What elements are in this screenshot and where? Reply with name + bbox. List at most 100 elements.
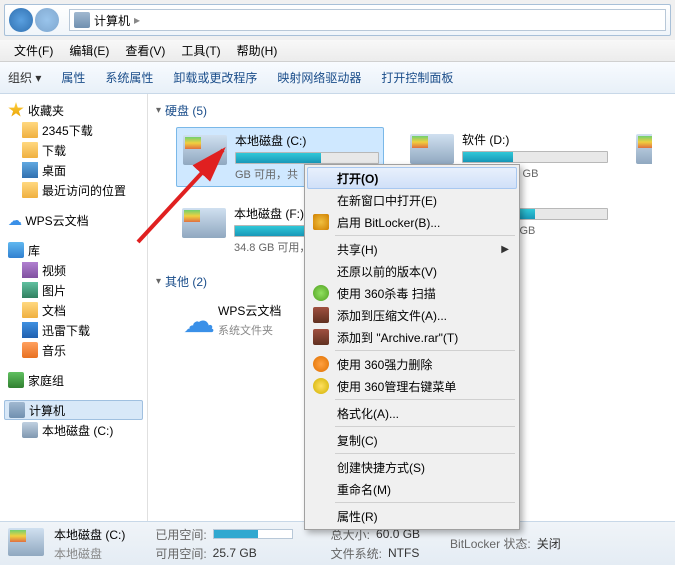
ctx-label: 共享(H) (337, 241, 378, 258)
ctx-separator (335, 453, 515, 454)
tool-uninstall[interactable]: 卸载或更改程序 (173, 69, 257, 86)
context-menu: 打开(O) 在新窗口中打开(E) 启用 BitLocker(B)... 共享(H… (304, 164, 520, 530)
recent-icon (22, 182, 38, 198)
status-usage-bar (213, 529, 293, 539)
ctx-label: 添加到压缩文件(A)... (337, 307, 447, 324)
sidebar-item-documents[interactable]: 文档 (4, 300, 143, 320)
ctx-360-manage-menu[interactable]: 使用 360管理右键菜单 (307, 375, 517, 397)
breadcrumb-text[interactable]: 计算机 (94, 12, 130, 29)
sidebar-item-recent[interactable]: 最近访问的位置 (4, 180, 143, 200)
status-drive-icon (8, 528, 46, 560)
sidebar-item-label: 图片 (42, 282, 66, 299)
sidebar-item-pictures[interactable]: 图片 (4, 280, 143, 300)
cloud-icon: ☁ (8, 212, 22, 229)
sidebar-homegroup[interactable]: 家庭组 (4, 370, 143, 390)
drive-usage-bar (235, 152, 379, 164)
sidebar-item-music[interactable]: 音乐 (4, 340, 143, 360)
status-title: 本地磁盘 (C:) (54, 526, 125, 543)
menu-tools[interactable]: 工具(T) (173, 40, 228, 61)
ctx-properties[interactable]: 属性(R) (307, 505, 517, 527)
ctx-create-shortcut[interactable]: 创建快捷方式(S) (307, 456, 517, 478)
collapse-icon[interactable]: ▾ (156, 276, 161, 287)
sidebar-item-label: 迅雷下载 (42, 322, 90, 339)
folder-icon (22, 122, 38, 138)
sidebar-favorites[interactable]: 收藏夹 (4, 100, 143, 120)
status-used-label: 已用空间: (155, 526, 206, 543)
desktop-icon (22, 162, 38, 178)
sidebar-item-label: 家庭组 (28, 372, 64, 389)
drive-partial[interactable] (632, 127, 652, 187)
menu-view[interactable]: 查看(V) (117, 40, 173, 61)
group-header-drives[interactable]: ▾ 硬盘 (5) (156, 98, 667, 123)
antivirus-icon (313, 285, 329, 301)
ctx-add-archive[interactable]: 添加到压缩文件(A)... (307, 304, 517, 326)
tool-properties[interactable]: 属性 (61, 69, 85, 86)
sidebar-item-label: 音乐 (42, 342, 66, 359)
ctx-copy[interactable]: 复制(C) (307, 429, 517, 451)
forward-button[interactable] (35, 8, 59, 32)
ctx-open[interactable]: 打开(O) (307, 167, 517, 189)
folder-icon (22, 142, 38, 158)
sidebar-item-downloads[interactable]: 下载 (4, 140, 143, 160)
ctx-label: 创建快捷方式(S) (337, 459, 425, 476)
sidebar-item-label: 视频 (42, 262, 66, 279)
breadcrumb-box[interactable]: 计算机 ▸ (69, 9, 666, 31)
picture-icon (22, 282, 38, 298)
manage-icon (313, 378, 329, 394)
sidebar-computer[interactable]: 计算机 (4, 400, 143, 420)
ctx-label: 使用 360强力删除 (337, 356, 432, 373)
sidebar-item-label: 库 (28, 242, 40, 259)
star-icon (8, 102, 24, 118)
ctx-label: 在新窗口中打开(E) (337, 192, 437, 209)
tool-controlpanel[interactable]: 打开控制面板 (381, 69, 453, 86)
nav-buttons (5, 8, 65, 32)
drive-icon (408, 131, 456, 167)
sidebar-favorites-label: 收藏夹 (28, 102, 64, 119)
drive-icon (181, 132, 229, 168)
ctx-share[interactable]: 共享(H) ▶ (307, 238, 517, 260)
drive-usage-bar (462, 151, 608, 163)
ctx-label: 使用 360杀毒 扫描 (337, 285, 436, 302)
status-bitlocker-label: BitLocker 状态: (450, 535, 531, 552)
ctx-separator (335, 350, 515, 351)
ctx-separator (335, 426, 515, 427)
sidebar-item-desktop[interactable]: 桌面 (4, 160, 143, 180)
sidebar-item-disk-c[interactable]: 本地磁盘 (C:) (4, 420, 143, 440)
status-bitlocker-value: 关闭 (537, 535, 561, 552)
back-button[interactable] (9, 8, 33, 32)
document-icon (22, 302, 38, 318)
computer-icon (9, 402, 25, 418)
ctx-separator (335, 399, 515, 400)
rar-icon (313, 329, 329, 345)
submenu-arrow-icon: ▶ (501, 244, 509, 255)
sidebar-item-2345[interactable]: 2345下载 (4, 120, 143, 140)
delete-icon (313, 356, 329, 372)
ctx-add-archive-rar[interactable]: 添加到 "Archive.rar"(T) (307, 326, 517, 348)
ctx-open-new-window[interactable]: 在新窗口中打开(E) (307, 189, 517, 211)
computer-icon (74, 12, 90, 28)
ctx-label: 格式化(A)... (337, 405, 399, 422)
menu-edit[interactable]: 编辑(E) (61, 40, 117, 61)
sidebar-wps[interactable]: ☁ WPS云文档 (4, 210, 143, 230)
ctx-360-force-delete[interactable]: 使用 360强力删除 (307, 353, 517, 375)
drive-name: 软件 (D:) (462, 131, 608, 148)
collapse-icon[interactable]: ▾ (156, 105, 161, 116)
status-fs-label: 文件系统: (331, 545, 382, 562)
ctx-360-scan[interactable]: 使用 360杀毒 扫描 (307, 282, 517, 304)
tool-sysprops[interactable]: 系统属性 (105, 69, 153, 86)
ctx-bitlocker[interactable]: 启用 BitLocker(B)... (307, 211, 517, 233)
sidebar-libraries[interactable]: 库 (4, 240, 143, 260)
toolbar: 组织 ▾ 属性 系统属性 卸载或更改程序 映射网络驱动器 打开控制面板 (0, 62, 675, 94)
tool-organize[interactable]: 组织 ▾ (8, 69, 41, 86)
tool-mapdrive[interactable]: 映射网络驱动器 (277, 69, 361, 86)
ctx-restore-previous[interactable]: 还原以前的版本(V) (307, 260, 517, 282)
menu-help[interactable]: 帮助(H) (229, 40, 286, 61)
ctx-format[interactable]: 格式化(A)... (307, 402, 517, 424)
sidebar-item-label: 桌面 (42, 162, 66, 179)
menu-file[interactable]: 文件(F) (6, 40, 61, 61)
address-bar: 计算机 ▸ (4, 4, 671, 36)
sidebar-item-thunder[interactable]: 迅雷下载 (4, 320, 143, 340)
sidebar-item-videos[interactable]: 视频 (4, 260, 143, 280)
drive-name: 本地磁盘 (C:) (235, 132, 379, 149)
ctx-rename[interactable]: 重命名(M) (307, 478, 517, 500)
